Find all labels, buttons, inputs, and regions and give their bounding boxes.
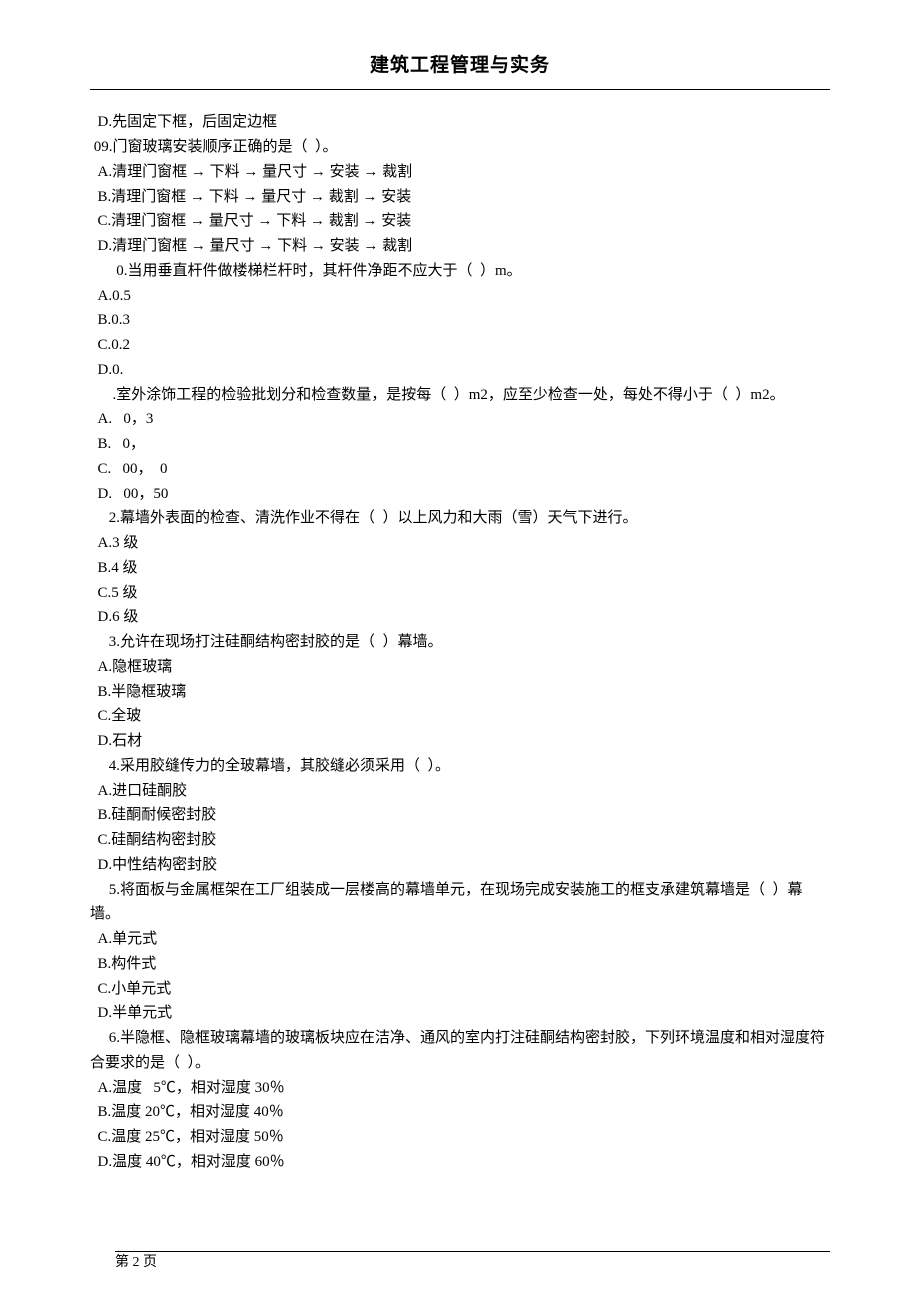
- text-line: D.0.: [90, 358, 830, 383]
- text-line: A.隐框玻璃: [90, 655, 830, 680]
- text-line: 6.半隐框、隐框玻璃幕墙的玻璃板块应在洁净、通风的室内打注硅酮结构密封胶，下列环…: [90, 1026, 830, 1076]
- text-line: B.0.3: [90, 308, 830, 333]
- text-line: A.温度 5℃，相对湿度 30％: [90, 1076, 830, 1101]
- text-line: B. 0，: [90, 432, 830, 457]
- text-line: D.清理门窗框 → 量尺寸 → 下料 → 安装 → 裁割: [90, 234, 830, 259]
- text-line: C.清理门窗框 → 量尺寸 → 下料 → 裁割 → 安装: [90, 209, 830, 234]
- text-line: A.进口硅酮胶: [90, 779, 830, 804]
- text-line: D.温度 40℃，相对湿度 60％: [90, 1150, 830, 1175]
- text-line: A.清理门窗框 → 下料 → 量尺寸 → 安装 → 裁割: [90, 160, 830, 185]
- text-line: 0.当用垂直杆件做楼梯栏杆时，其杆件净距不应大于（ ）m。: [90, 259, 830, 284]
- text-line: 4.采用胶缝传力的全玻幕墙，其胶缝必须采用（ ）。: [90, 754, 830, 779]
- page-title: 建筑工程管理与实务: [90, 50, 830, 81]
- text-line: 3.允许在现场打注硅酮结构密封胶的是（ ）幕墙。: [90, 630, 830, 655]
- text-line: B.4 级: [90, 556, 830, 581]
- text-line: D.石材: [90, 729, 830, 754]
- text-line: C.全玻: [90, 704, 830, 729]
- footer-rule: [115, 1251, 830, 1252]
- page: 建筑工程管理与实务 D.先固定下框，后固定边框 09.门窗玻璃安装顺序正确的是（…: [0, 0, 920, 1302]
- text-line: A.0.5: [90, 284, 830, 309]
- text-line: D.6 级: [90, 605, 830, 630]
- text-line: B.构件式: [90, 952, 830, 977]
- text-line: D.半单元式: [90, 1001, 830, 1026]
- text-line: D.先固定下框，后固定边框: [90, 110, 830, 135]
- text-line: B.清理门窗框 → 下料 → 量尺寸 → 裁割 → 安装: [90, 185, 830, 210]
- text-line: A.单元式: [90, 927, 830, 952]
- text-line: C.5 级: [90, 581, 830, 606]
- text-line: .室外涂饰工程的检验批划分和检查数量，是按每（ ）m2，应至少检查一处，每处不得…: [90, 383, 830, 408]
- page-number: 第 2 页: [115, 1251, 157, 1274]
- text-line: C.0.2: [90, 333, 830, 358]
- body-text: D.先固定下框，后固定边框 09.门窗玻璃安装顺序正确的是（ ）。 A.清理门窗…: [90, 110, 830, 1174]
- header-rule: [90, 89, 830, 90]
- text-line: 09.门窗玻璃安装顺序正确的是（ ）。: [90, 135, 830, 160]
- text-line: B.半隐框玻璃: [90, 680, 830, 705]
- text-line: C. 00， 0: [90, 457, 830, 482]
- text-line: A.3 级: [90, 531, 830, 556]
- text-line: A. 0，3: [90, 407, 830, 432]
- text-line: C.硅酮结构密封胶: [90, 828, 830, 853]
- text-line: C.小单元式: [90, 977, 830, 1002]
- text-line: D. 00，50: [90, 482, 830, 507]
- text-line: B.温度 20℃，相对湿度 40％: [90, 1100, 830, 1125]
- text-line: B.硅酮耐候密封胶: [90, 803, 830, 828]
- text-line: 5.将面板与金属框架在工厂组装成一层楼高的幕墙单元，在现场完成安装施工的框支承建…: [90, 878, 830, 928]
- text-line: D.中性结构密封胶: [90, 853, 830, 878]
- text-line: C.温度 25℃，相对湿度 50％: [90, 1125, 830, 1150]
- text-line: 2.幕墙外表面的检查、清洗作业不得在（ ）以上风力和大雨（雪）天气下进行。: [90, 506, 830, 531]
